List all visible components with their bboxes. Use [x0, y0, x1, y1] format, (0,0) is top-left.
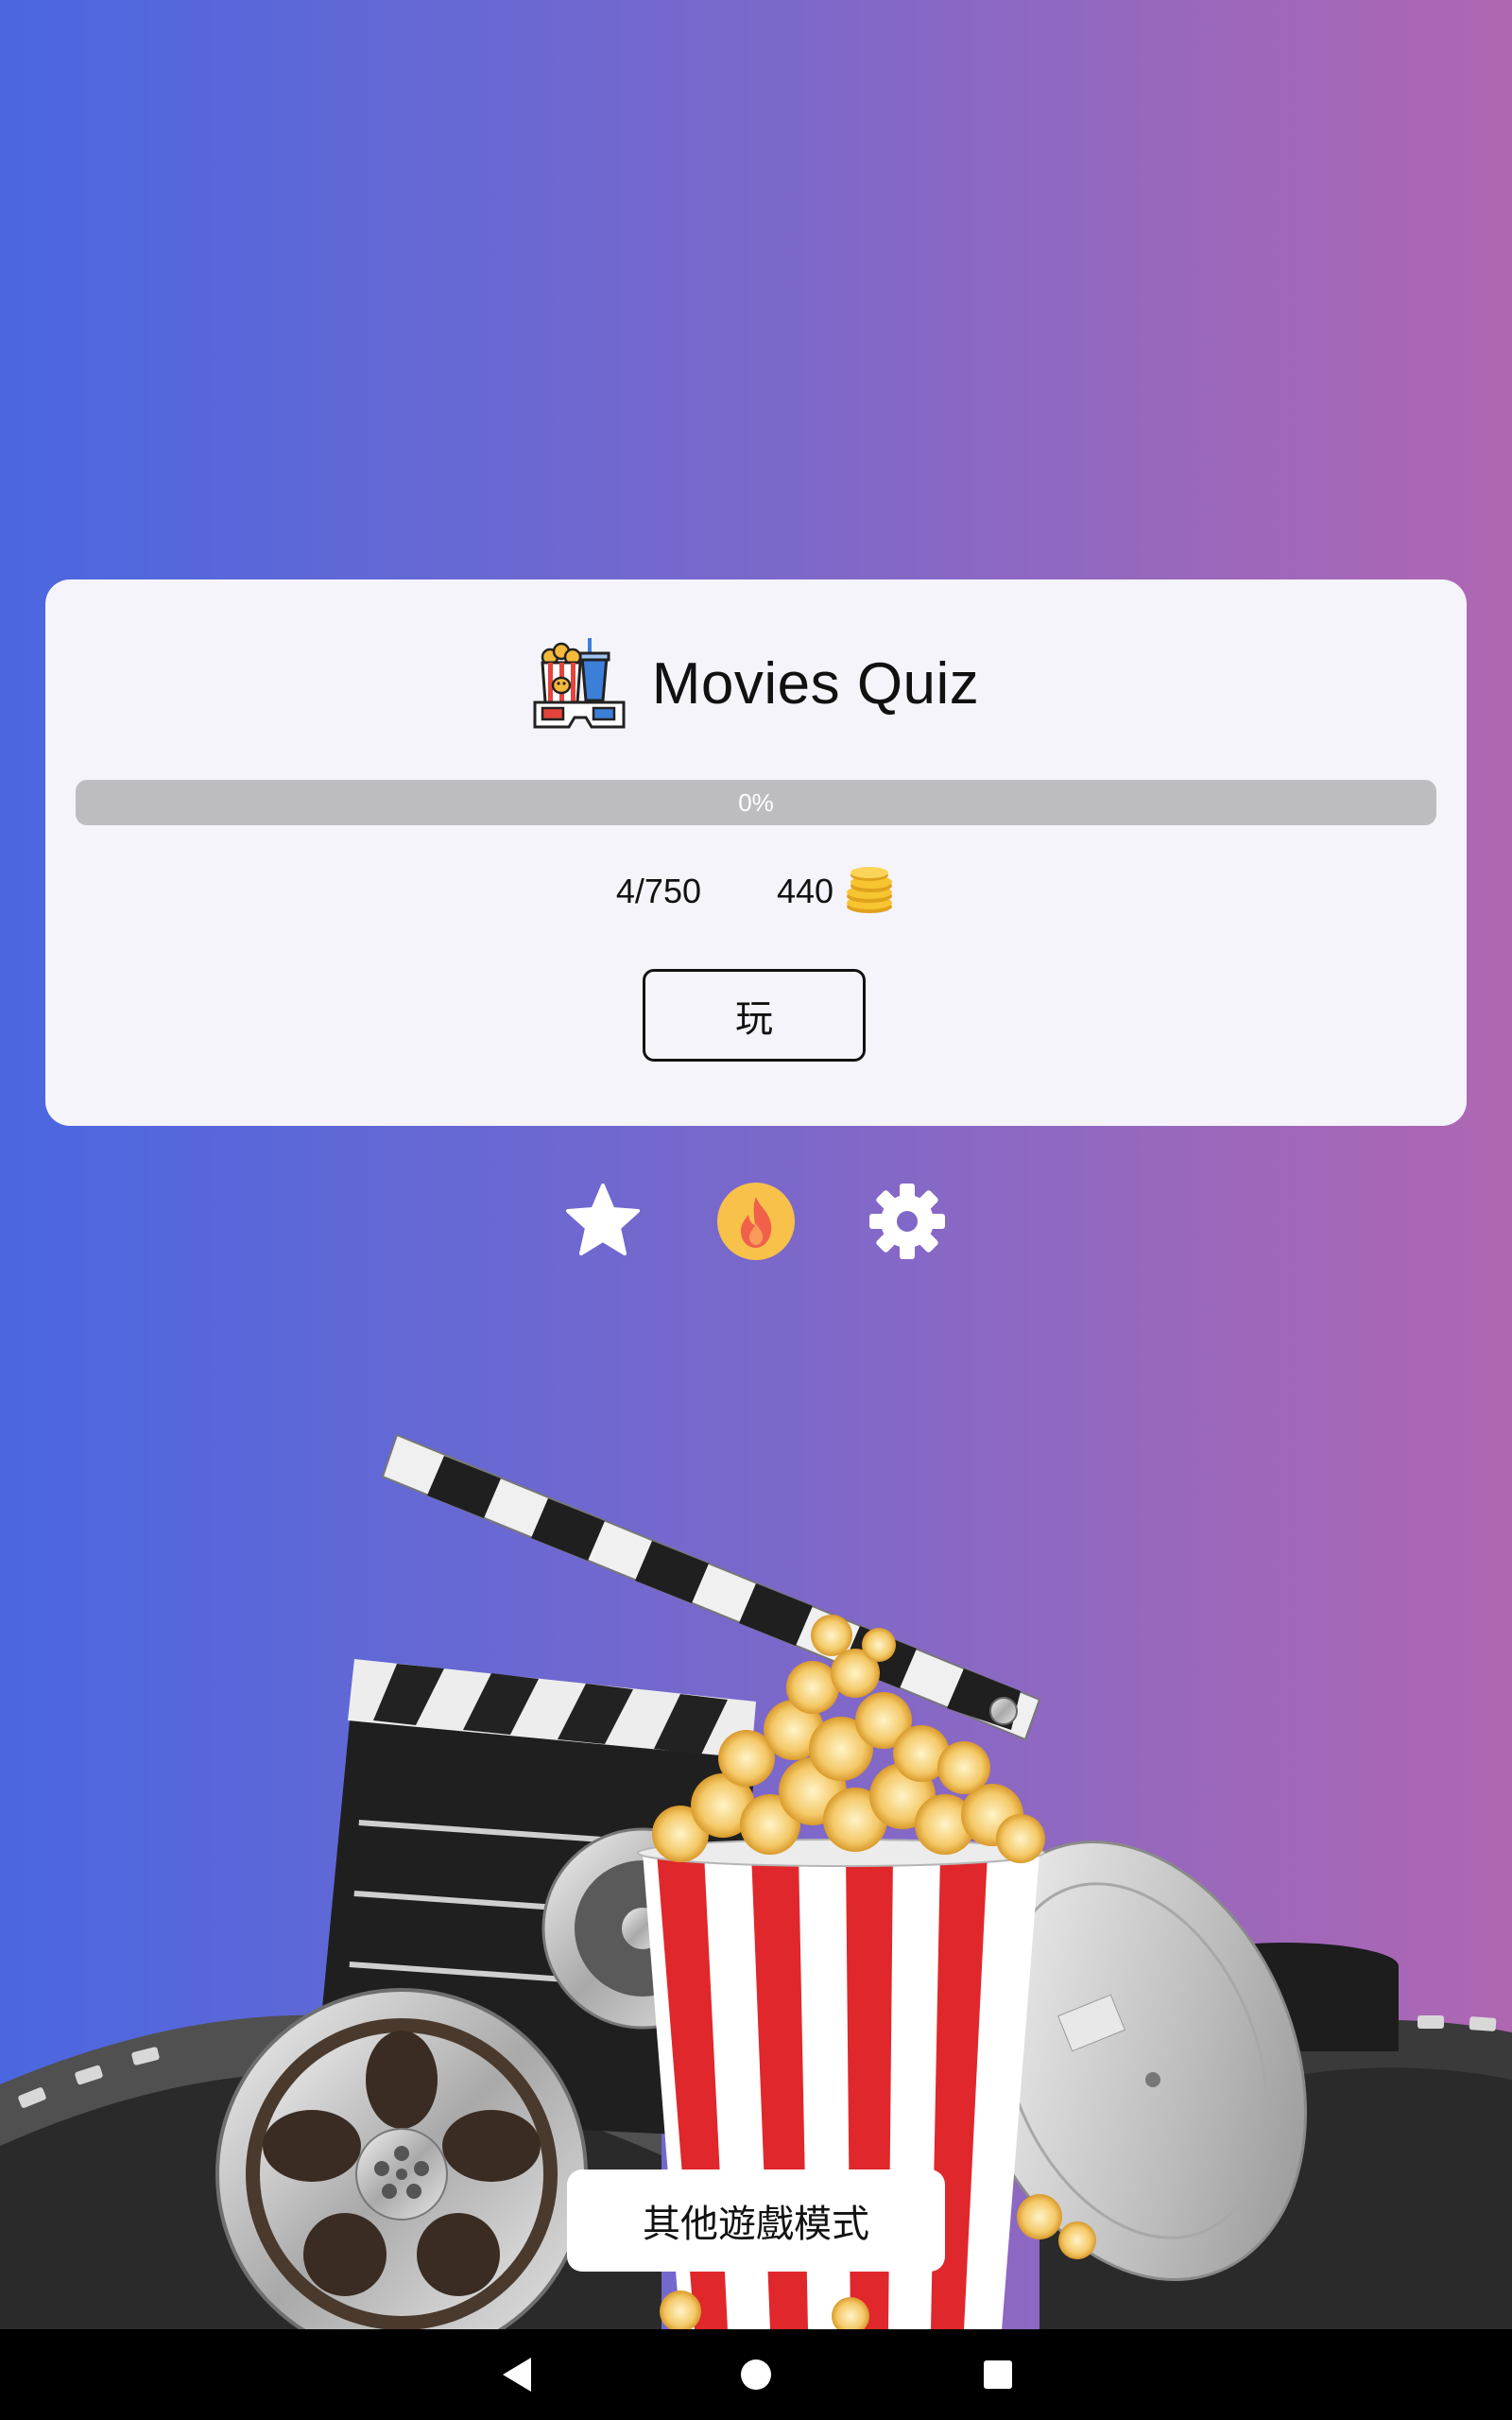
- coin-balance: 440: [777, 867, 896, 916]
- film-reel-front: [215, 1988, 588, 2330]
- recents-icon[interactable]: [971, 2348, 1024, 2401]
- gear-icon[interactable]: [868, 1182, 947, 1261]
- progress-bar: 0%: [76, 780, 1436, 825]
- bottom-icon-row: [0, 1182, 1512, 1261]
- star-icon[interactable]: [563, 1182, 643, 1261]
- progress-label: 0%: [738, 787, 774, 817]
- play-button[interactable]: 玩: [643, 969, 866, 1062]
- app-title: Movies Quiz: [651, 650, 980, 717]
- level-counter: 4/750: [615, 872, 701, 910]
- coin-stack-icon: [847, 867, 893, 913]
- home-icon[interactable]: [730, 2348, 782, 2401]
- fire-icon[interactable]: [716, 1182, 796, 1261]
- stats-row: 4/750 440: [45, 863, 1467, 920]
- other-modes-button[interactable]: 其他遊戲模式: [567, 2169, 945, 2272]
- title-row: Movies Quiz: [45, 627, 1467, 740]
- coin-count: 440: [777, 872, 834, 910]
- system-nav-bar: [0, 2329, 1512, 2420]
- quiz-card: Movies Quiz 0% 4/750 440 玩: [45, 579, 1467, 1126]
- popcorn-3d-glasses-icon: [533, 638, 626, 729]
- back-icon[interactable]: [490, 2348, 542, 2401]
